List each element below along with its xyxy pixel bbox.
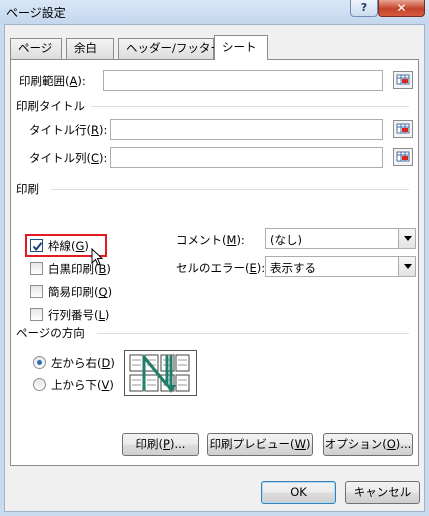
page-order-divider — [97, 333, 409, 334]
gridlines-label[interactable]: 枠線(G) — [48, 238, 89, 254]
title-cols-picker-button[interactable] — [393, 148, 413, 166]
comments-label: コメント(M): — [176, 233, 245, 247]
over-then-down-label[interactable]: 上から下(V) — [51, 377, 114, 393]
tab-header-footer[interactable]: ヘッダー/フッター — [118, 38, 222, 59]
title-rows-picker-button[interactable] — [393, 120, 413, 138]
title-bar: ページ設定 ? ✕ — [0, 0, 429, 24]
black-white-checkbox[interactable] — [30, 262, 43, 275]
mouse-cursor-icon — [91, 248, 104, 266]
comments-value: (なし) — [270, 233, 302, 247]
page-order-group-label: ページの方向 — [16, 326, 85, 340]
range-picker-icon — [396, 151, 410, 162]
cell-errors-label: セルのエラー(E): — [176, 261, 266, 275]
title-cols-input[interactable] — [110, 147, 383, 168]
print-group-divider — [51, 189, 409, 190]
print-group-label: 印刷 — [16, 182, 39, 196]
draft-quality-label[interactable]: 簡易印刷(Q) — [48, 284, 112, 300]
page-order-preview — [124, 350, 197, 396]
chevron-down-icon[interactable] — [398, 229, 415, 248]
cancel-button[interactable]: キャンセル — [345, 481, 420, 504]
print-area-input[interactable] — [103, 70, 383, 91]
row-col-headings-checkbox[interactable] — [30, 308, 43, 321]
print-titles-group-label: 印刷タイトル — [16, 99, 85, 113]
tab-sheet[interactable]: シート — [214, 35, 268, 60]
cell-errors-value: 表示する — [270, 261, 316, 275]
chevron-down-icon[interactable] — [398, 257, 415, 276]
gridlines-checkbox[interactable] — [30, 239, 43, 252]
title-rows-input[interactable] — [110, 119, 383, 140]
title-cols-label: タイトル列(C): — [29, 151, 108, 165]
tab-page[interactable]: ページ — [10, 38, 62, 59]
down-then-over-radio[interactable] — [33, 356, 46, 369]
print-button[interactable]: 印刷(P)... — [122, 433, 199, 456]
down-then-over-label[interactable]: 左から右(D) — [51, 355, 115, 371]
dialog-body: ページ 余白 ヘッダー/フッター シート 印刷範囲(A): 印刷タイトル タイト… — [4, 24, 425, 512]
row-col-headings-label[interactable]: 行列番号(L) — [48, 307, 109, 323]
page-order-arrow-icon — [129, 354, 190, 393]
print-preview-button[interactable]: 印刷プレビュー(W) — [207, 433, 313, 456]
comments-dropdown[interactable]: (なし) — [265, 228, 416, 249]
over-then-down-radio[interactable] — [33, 378, 46, 391]
checkmark-icon — [32, 242, 43, 252]
options-button[interactable]: オプション(O)... — [323, 433, 413, 456]
title-rows-label: タイトル行(R): — [29, 123, 108, 137]
range-picker-icon — [396, 123, 410, 134]
tab-margins[interactable]: 余白 — [66, 38, 114, 59]
help-button[interactable]: ? — [350, 0, 378, 17]
print-area-picker-button[interactable] — [393, 71, 413, 89]
window-title: ページ設定 — [6, 6, 66, 20]
ok-button[interactable]: OK — [261, 481, 336, 504]
close-button[interactable]: ✕ — [378, 0, 425, 17]
print-area-label: 印刷範囲(A): — [19, 74, 86, 88]
draft-quality-checkbox[interactable] — [30, 285, 43, 298]
print-titles-divider — [91, 106, 409, 107]
sheet-tab-panel: 印刷範囲(A): 印刷タイトル タイトル行(R): タイトル列(C): 印刷 枠… — [10, 59, 419, 466]
cell-errors-dropdown[interactable]: 表示する — [265, 256, 416, 277]
range-picker-icon — [396, 74, 410, 85]
